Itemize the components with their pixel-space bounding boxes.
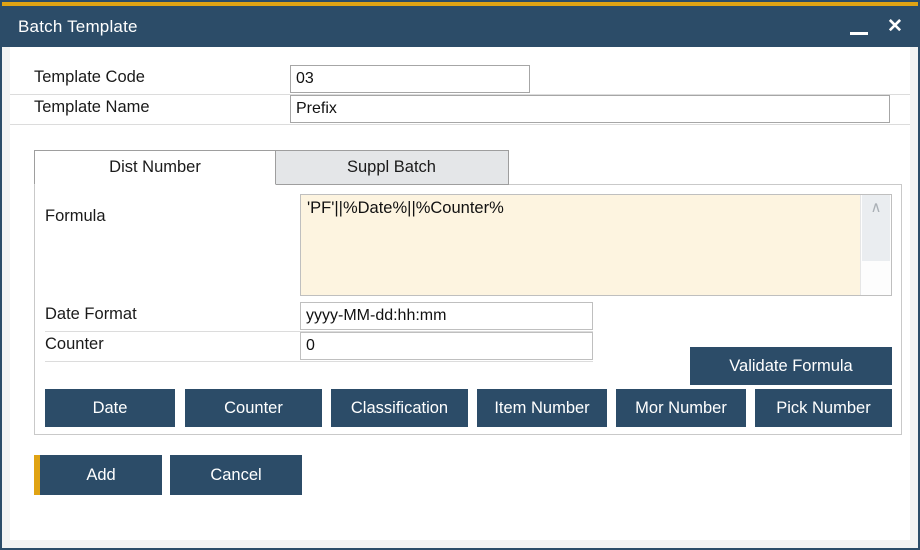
template-name-row: Template Name [10,95,910,125]
tab-panel-dist-number: Formula 'PF'||%Date%||%Counter% ∧ Date F… [34,184,902,435]
add-button[interactable]: Add [34,455,162,495]
template-name-input[interactable] [290,95,890,123]
formula-label: Formula [45,207,106,226]
date-format-input[interactable] [300,302,593,330]
token-button-pick-number[interactable]: Pick Number [755,389,892,427]
minimize-button[interactable] [842,6,876,47]
template-code-row: Template Code [10,65,910,95]
token-button-mor-number[interactable]: Mor Number [616,389,746,427]
date-format-label: Date Format [45,305,137,324]
template-code-input[interactable] [290,65,530,93]
formula-scrollbar[interactable]: ∧ [860,195,891,295]
date-format-row: Date Format [45,302,593,332]
tab-suppl-batch[interactable]: Suppl Batch [274,150,509,185]
window-content: Template Code Template Name Dist Number … [2,47,918,548]
cancel-button[interactable]: Cancel [170,455,302,495]
window-titlebar: Batch Template ✕ [2,6,918,47]
validate-formula-button[interactable]: Validate Formula [690,347,892,385]
close-button[interactable]: ✕ [878,6,912,47]
counter-label: Counter [45,335,104,354]
formula-textarea[interactable]: 'PF'||%Date%||%Counter% [301,195,861,295]
tab-dist-number[interactable]: Dist Number [34,150,276,185]
close-icon: ✕ [887,16,903,37]
batch-template-window: Batch Template ✕ Template Code Template … [0,0,920,550]
minimize-icon [850,32,868,35]
formula-field-wrapper: 'PF'||%Date%||%Counter% ∧ [300,194,892,296]
template-code-label: Template Code [34,68,145,87]
chevron-up-icon[interactable]: ∧ [861,201,891,215]
tab-group: Dist Number Suppl Batch Formula 'PF'||%D… [34,150,902,435]
template-name-label: Template Name [34,98,150,117]
token-button-counter[interactable]: Counter [185,389,322,427]
counter-row: Counter [45,332,593,362]
form-sheet: Template Code Template Name Dist Number … [10,47,910,540]
counter-input[interactable] [300,332,593,360]
token-button-item-number[interactable]: Item Number [477,389,607,427]
token-button-date[interactable]: Date [45,389,175,427]
tab-dist-number-label: Dist Number [109,158,201,176]
window-title: Batch Template [18,17,138,37]
token-button-classification[interactable]: Classification [331,389,468,427]
tab-suppl-batch-label: Suppl Batch [347,158,436,176]
